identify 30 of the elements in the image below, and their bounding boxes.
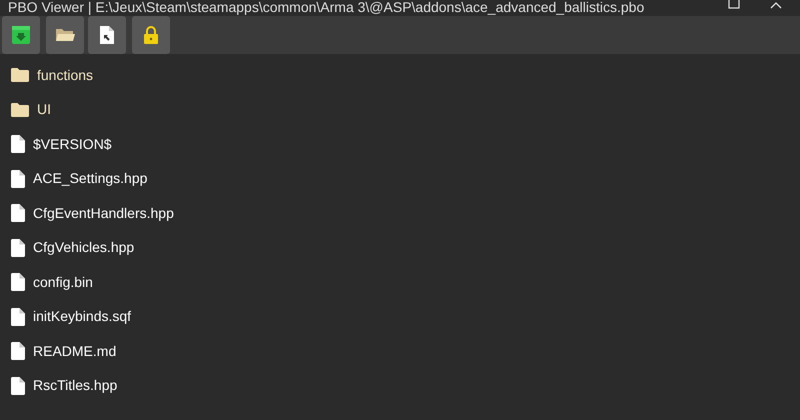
file-icon xyxy=(11,376,25,395)
folder-icon xyxy=(11,68,29,82)
file-icon xyxy=(11,308,25,326)
folder-icon xyxy=(11,102,29,117)
folder-icon xyxy=(55,27,75,43)
file-name[interactable]: ACE_Settings.hpp xyxy=(33,168,148,190)
file-icon xyxy=(11,273,25,292)
download-button[interactable] xyxy=(2,16,40,54)
file-icon xyxy=(11,342,25,360)
file-name[interactable]: config.bin xyxy=(33,272,93,293)
file-name[interactable]: functions xyxy=(37,64,94,86)
folder-button[interactable] xyxy=(46,16,84,54)
file-name[interactable]: $VERSION$ xyxy=(33,134,112,155)
lock-icon xyxy=(143,25,159,45)
file-icon xyxy=(99,25,115,45)
file-name[interactable]: CfgEventHandlers.hpp xyxy=(33,202,174,224)
file-icon xyxy=(11,170,25,188)
download-icon xyxy=(11,25,31,45)
file-icon xyxy=(11,204,25,222)
lock-button[interactable] xyxy=(132,16,170,54)
file-name[interactable]: README.md xyxy=(33,340,116,362)
window-title: PBO Viewer | E:\Jeux\Steam\steamapps\common\Arma 3\@ASP\addons\ace_advanced_ballistics.pbo xyxy=(8,0,644,16)
file-name[interactable]: UI xyxy=(37,99,51,120)
file-icon xyxy=(11,135,25,154)
file-button[interactable] xyxy=(88,16,126,54)
maximize-icon[interactable] xyxy=(728,0,740,10)
file-name[interactable]: CfgVehicles.hpp xyxy=(33,237,134,258)
file-icon xyxy=(11,238,25,257)
file-name[interactable]: RscTitles.hpp xyxy=(33,375,118,396)
file-name[interactable]: initKeybinds.sqf xyxy=(33,306,132,328)
